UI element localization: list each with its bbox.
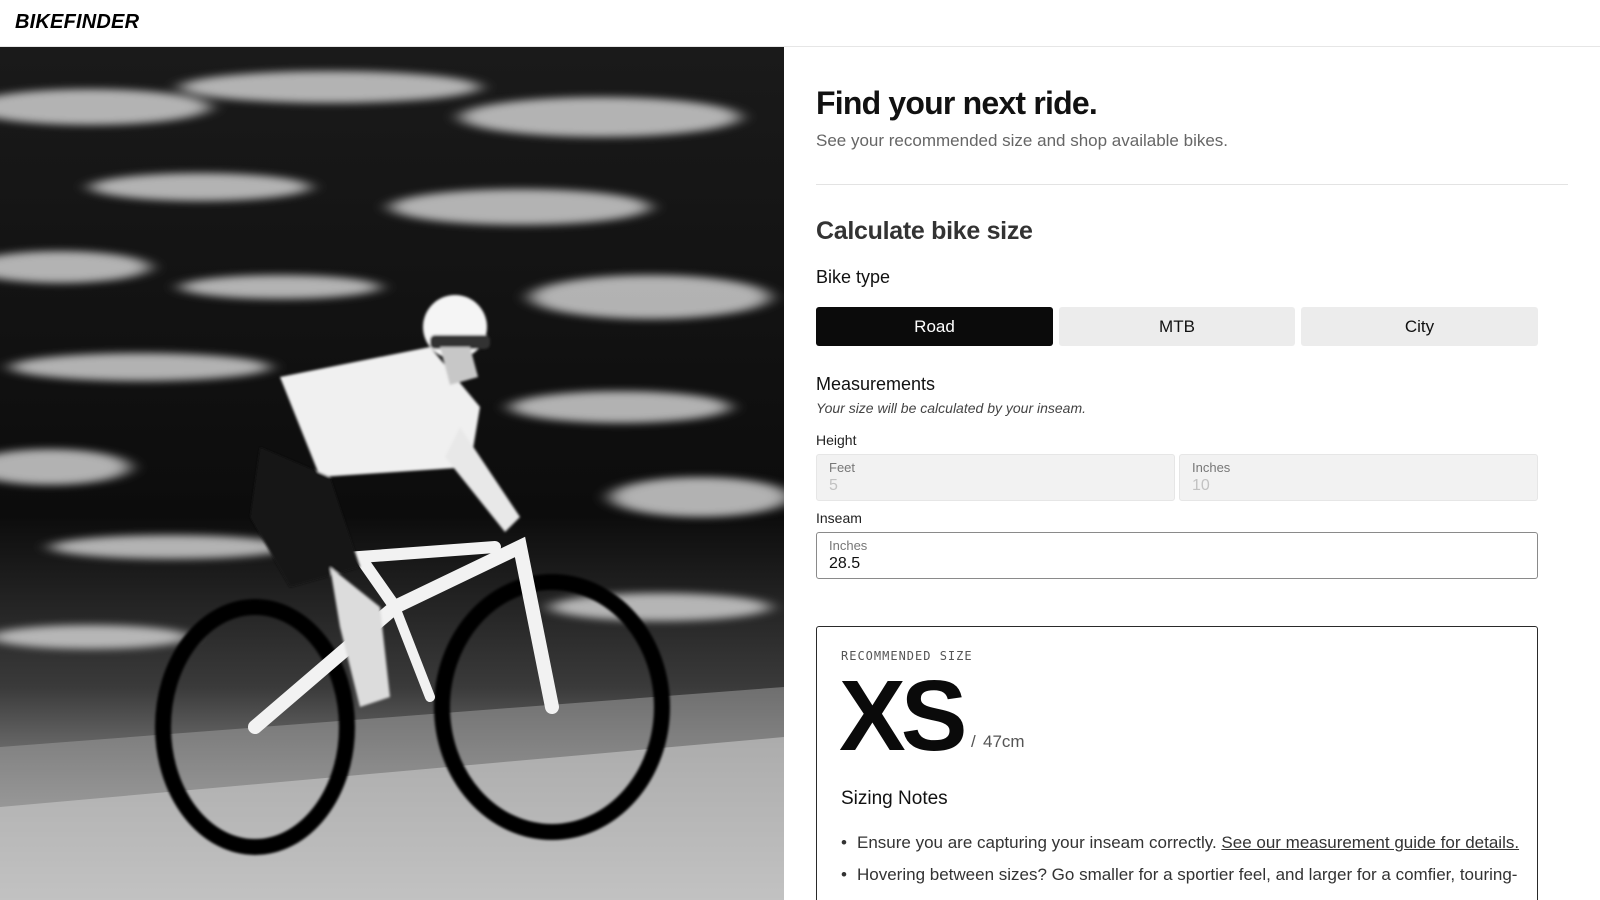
inseam-inches-sublabel: Inches — [829, 538, 868, 553]
inseam-field[interactable]: Inches — [816, 532, 1538, 579]
top-bar: BIKEFINDER — [0, 0, 1600, 47]
logo[interactable]: BIKEFINDER — [15, 11, 139, 34]
height-inches-input[interactable] — [1192, 477, 1525, 495]
height-feet-field[interactable]: Feet — [816, 454, 1175, 501]
bike-type-mtb-button[interactable]: MTB — [1059, 307, 1295, 346]
sizing-note: Ensure you are capturing your inseam cor… — [841, 827, 1521, 859]
recommended-size-card: RECOMMENDED SIZE XS / 47cm Sizing Notes … — [816, 626, 1538, 900]
page-title: Find your next ride. — [816, 85, 1098, 121]
sizing-note-text: Hovering between sizes? Go smaller for a… — [857, 865, 1518, 884]
measurements-note: Your size will be calculated by your ins… — [816, 400, 1087, 416]
size-separator: / — [971, 732, 976, 751]
measurement-guide-link[interactable]: See our measurement guide for details. — [1221, 833, 1519, 852]
height-inches-field[interactable]: Inches — [1179, 454, 1538, 501]
cyclist-photo — [0, 47, 784, 900]
inches-sublabel: Inches — [1192, 460, 1231, 475]
inseam-input[interactable] — [829, 555, 1525, 573]
height-feet-input[interactable] — [829, 477, 1162, 495]
height-label: Height — [816, 432, 857, 448]
calculate-size-title: Calculate bike size — [816, 217, 1033, 245]
sizing-note: Hovering between sizes? Go smaller for a… — [841, 859, 1521, 891]
sizing-notes-list: Ensure you are capturing your inseam cor… — [841, 827, 1521, 891]
feet-sublabel: Feet — [829, 460, 856, 475]
hero-image — [0, 47, 784, 900]
bike-type-city-button[interactable]: City — [1301, 307, 1538, 346]
bike-type-label: Bike type — [816, 267, 891, 287]
divider — [816, 184, 1568, 185]
page-subtitle: See your recommended size and shop avail… — [816, 131, 1229, 150]
bike-type-road-button[interactable]: Road — [816, 307, 1053, 346]
recommended-size-value: XS — [839, 660, 967, 772]
sizing-notes-title: Sizing Notes — [841, 788, 948, 809]
size-cm: 47cm — [983, 732, 1025, 751]
measurements-title: Measurements — [816, 374, 936, 394]
sizing-note-text: Ensure you are capturing your inseam cor… — [857, 833, 1222, 852]
inseam-label: Inseam — [816, 510, 862, 526]
